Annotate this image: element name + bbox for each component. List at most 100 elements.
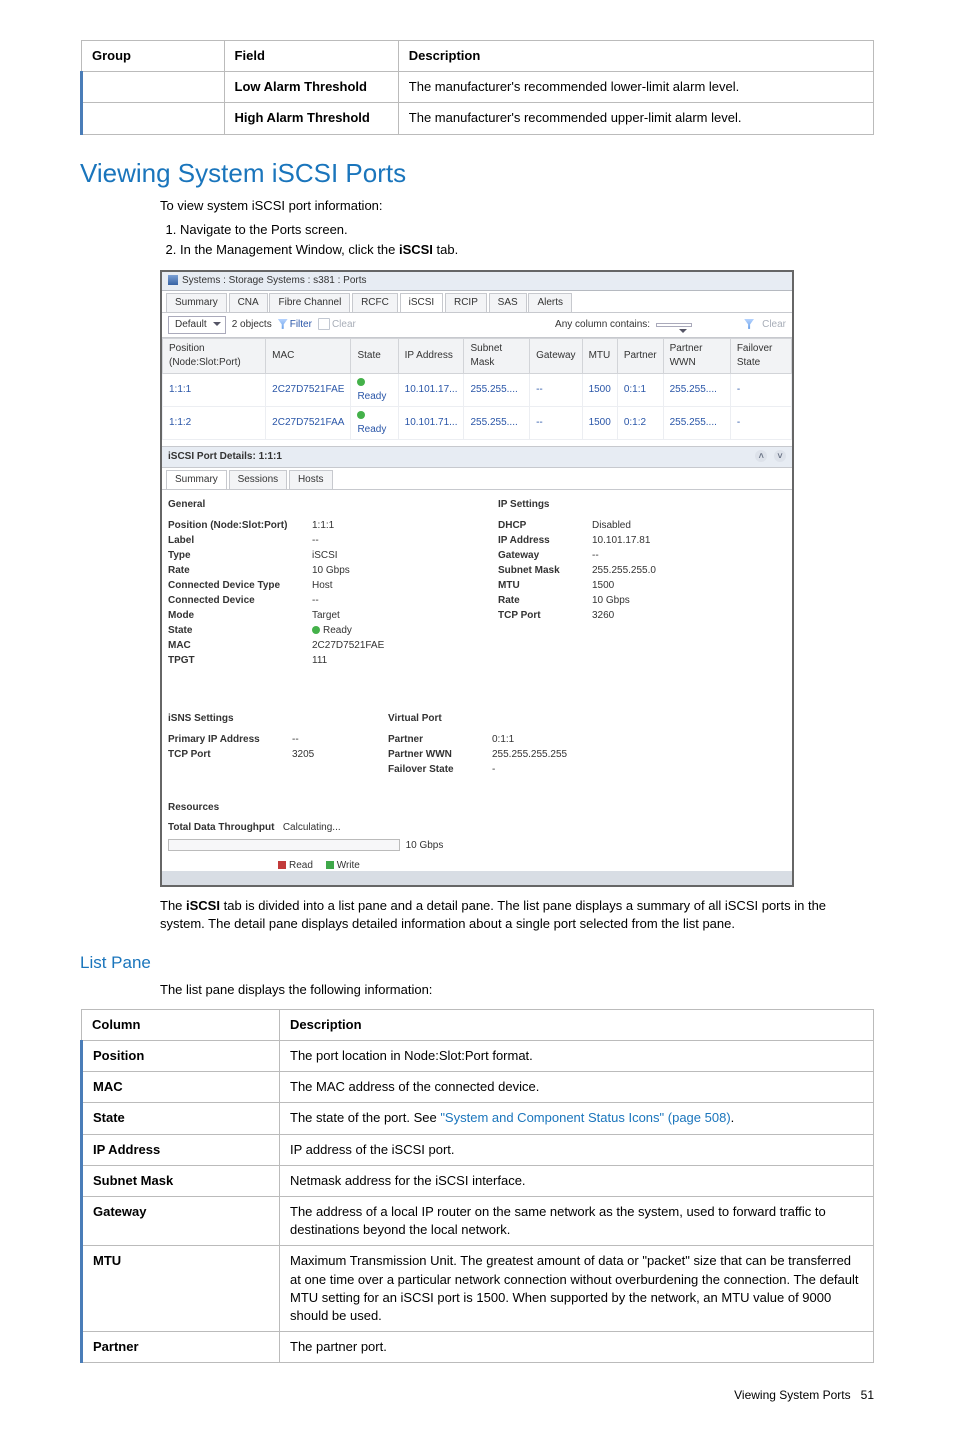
col-partner[interactable]: Partner: [617, 338, 663, 373]
cell-col: Subnet Mask: [82, 1165, 280, 1196]
cell-desc: IP address of the iSCSI port.: [280, 1134, 874, 1165]
tab-fibre[interactable]: Fibre Channel: [269, 293, 350, 312]
cell-desc: The MAC address of the connected device.: [280, 1072, 874, 1103]
cell-col: Position: [82, 1041, 280, 1072]
detail-title: iSCSI Port Details: 1:1:1 ˄ ˅: [162, 446, 792, 468]
cell-desc: The state of the port. See "System and C…: [280, 1103, 874, 1134]
cell-col: MAC: [82, 1072, 280, 1103]
col-mtu[interactable]: MTU: [582, 338, 617, 373]
tab-rcip[interactable]: RCIP: [445, 293, 487, 312]
detail-panel: General Position (Node:Slot:Port)1:1:1 L…: [162, 490, 792, 791]
window-title: Systems : Storage Systems : s381 : Ports: [162, 272, 792, 291]
tab-rcfc[interactable]: RCFC: [352, 293, 398, 312]
col-ip[interactable]: IP Address: [398, 338, 464, 373]
grid-row[interactable]: 1:1:2 2C27D7521FAA Ready 10.101.71... 25…: [163, 406, 792, 439]
object-count: 2 objects: [232, 318, 272, 332]
cell-field: High Alarm Threshold: [224, 103, 398, 134]
clear-link-right[interactable]: Clear: [762, 318, 786, 332]
embedded-screenshot: Systems : Storage Systems : s381 : Ports…: [160, 270, 794, 887]
view-dropdown[interactable]: Default: [168, 316, 226, 334]
cell-desc: The port location in Node:Slot:Port form…: [280, 1041, 874, 1072]
legend-write: Write: [337, 860, 360, 871]
col-mac[interactable]: MAC: [266, 338, 351, 373]
resources-section: Resources Total Data Throughput Calculat…: [162, 791, 792, 885]
th-desc: Description: [398, 41, 873, 72]
col-fail[interactable]: Failover State: [730, 338, 791, 373]
cell-desc: Netmask address for the iSCSI interface.: [280, 1165, 874, 1196]
detail-tab-summary[interactable]: Summary: [166, 470, 227, 489]
detail-tab-sessions[interactable]: Sessions: [229, 470, 288, 489]
th-group: Group: [82, 41, 225, 72]
list-pane-heading: List Pane: [80, 951, 874, 975]
main-tabs: Summary CNA Fibre Channel RCFC iSCSI RCI…: [162, 291, 792, 313]
status-dot-icon: [357, 411, 365, 419]
cell-col: State: [82, 1103, 280, 1134]
grid-row[interactable]: 1:1:1 2C27D7521FAE Ready 10.101.17... 25…: [163, 373, 792, 406]
status-icons-link[interactable]: "System and Component Status Icons" (pag…: [440, 1110, 730, 1125]
clear-link[interactable]: Clear: [318, 318, 356, 332]
tab-iscsi[interactable]: iSCSI: [400, 293, 444, 312]
throughput-value: Calculating...: [283, 822, 341, 833]
col-gw[interactable]: Gateway: [530, 338, 582, 373]
cell-field: Low Alarm Threshold: [224, 72, 398, 103]
resources-heading: Resources: [168, 801, 786, 815]
col-mask[interactable]: Subnet Mask: [464, 338, 530, 373]
step-1: Navigate to the Ports screen.: [180, 221, 874, 239]
filter-icon: [278, 319, 288, 329]
tab-alerts[interactable]: Alerts: [528, 293, 572, 312]
steps-list: Navigate to the Ports screen. In the Man…: [180, 221, 874, 259]
cell-col: Partner: [82, 1332, 280, 1363]
cell-col: MTU: [82, 1246, 280, 1332]
general-heading: General: [168, 498, 458, 512]
step-2: In the Management Window, click the iSCS…: [180, 241, 874, 259]
body-para: The iSCSI tab is divided into a list pan…: [160, 897, 874, 933]
status-dot-icon: [357, 378, 365, 386]
filter-link[interactable]: Filter: [278, 318, 312, 332]
search-label: Any column contains:: [555, 318, 650, 332]
cell-desc: Maximum Transmission Unit. The greatest …: [280, 1246, 874, 1332]
th-field: Field: [224, 41, 398, 72]
down-icon[interactable]: ˅: [774, 450, 786, 462]
cell-desc: The address of a local IP router on the …: [280, 1197, 874, 1246]
th-description: Description: [280, 1009, 874, 1040]
clear-icon: [318, 318, 330, 330]
col-state[interactable]: State: [351, 338, 398, 373]
page-footer: Viewing System Ports 51: [80, 1387, 874, 1404]
isns-heading: iSNS Settings: [168, 712, 348, 726]
section-heading: Viewing System iSCSI Ports: [80, 155, 874, 191]
tab-sas[interactable]: SAS: [489, 293, 527, 312]
port-grid: Position (Node:Slot:Port) MAC State IP A…: [162, 338, 792, 440]
legend-read-icon: [278, 861, 286, 869]
legend-write-icon: [326, 861, 334, 869]
status-dot-icon: [312, 626, 320, 634]
up-icon[interactable]: ˄: [755, 450, 767, 462]
col-pwwn[interactable]: Partner WWN: [663, 338, 730, 373]
detail-tab-hosts[interactable]: Hosts: [289, 470, 333, 489]
detail-tabs: Summary Sessions Hosts: [162, 468, 792, 490]
search-dropdown[interactable]: [656, 323, 692, 327]
top-table: Group Field Description Low Alarm Thresh…: [80, 40, 874, 135]
tab-summary[interactable]: Summary: [166, 293, 227, 312]
filter-link-right[interactable]: [744, 318, 756, 332]
cell-desc: The manufacturer's recommended lower-lim…: [398, 72, 873, 103]
cell-desc: The manufacturer's recommended upper-lim…: [398, 103, 873, 134]
throughput-label: Total Data Throughput: [168, 822, 274, 833]
intro-text: To view system iSCSI port information:: [160, 197, 874, 215]
cell-desc: The partner port.: [280, 1332, 874, 1363]
filter-icon: [744, 319, 754, 329]
col-pos[interactable]: Position (Node:Slot:Port): [163, 338, 266, 373]
vp-heading: Virtual Port: [388, 712, 568, 726]
cell-group: [82, 72, 225, 103]
list-table: Column Description PositionThe port loca…: [80, 1009, 874, 1363]
legend-read: Read: [289, 860, 313, 871]
toolbar: Default 2 objects Filter Clear Any colum…: [162, 313, 792, 338]
bar-max: 10 Gbps: [406, 840, 444, 851]
window-icon: [168, 275, 178, 285]
tab-cna[interactable]: CNA: [229, 293, 268, 312]
list-pane-intro: The list pane displays the following inf…: [160, 981, 874, 999]
cell-col: IP Address: [82, 1134, 280, 1165]
th-column: Column: [82, 1009, 280, 1040]
cell-group: [82, 103, 225, 134]
nav-icons: ˄ ˅: [751, 450, 786, 464]
ip-heading: IP Settings: [498, 498, 678, 512]
